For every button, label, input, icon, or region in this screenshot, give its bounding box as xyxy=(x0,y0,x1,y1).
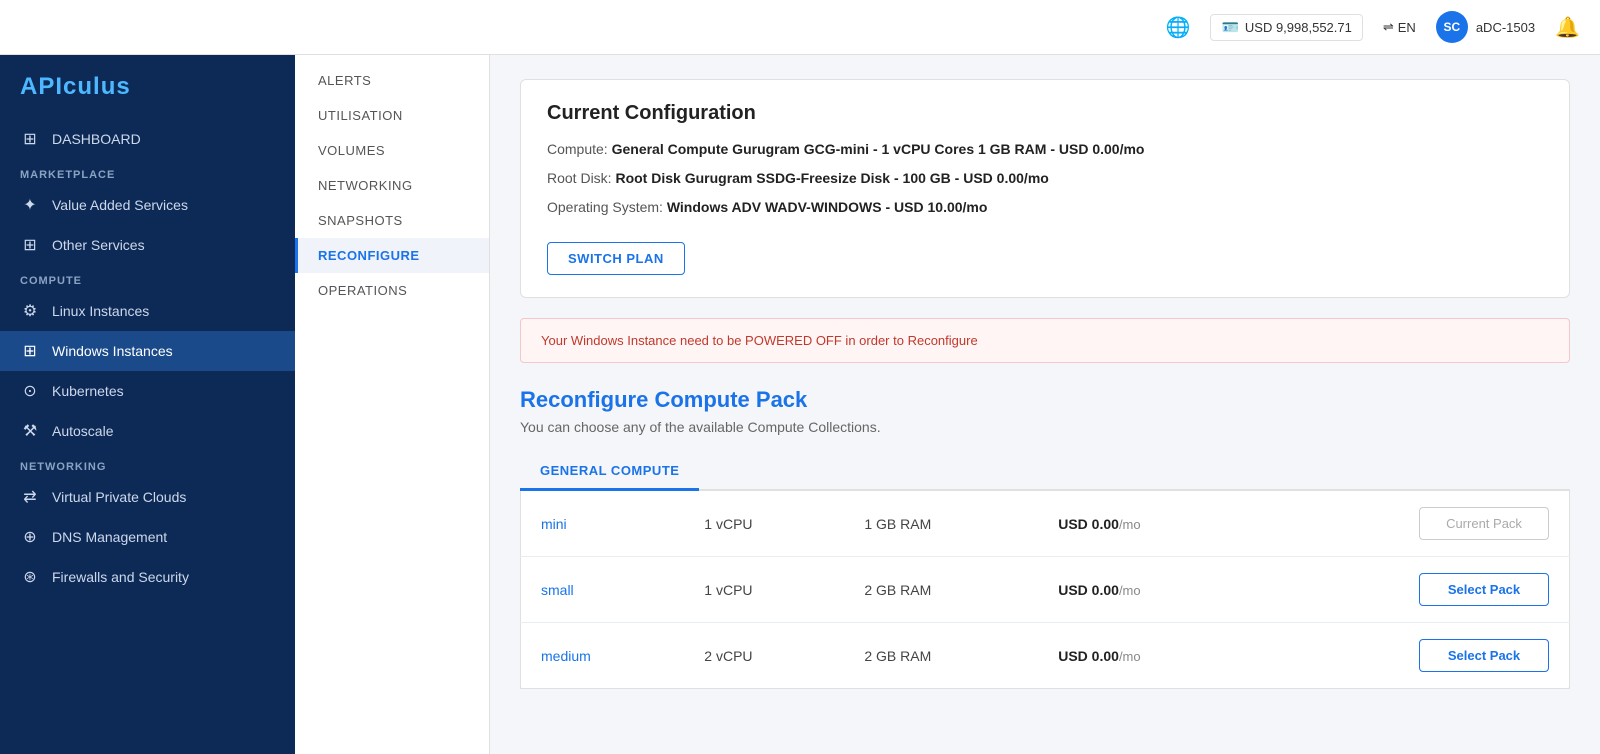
balance-icon: 🪪 xyxy=(1221,19,1238,36)
pack-vcpu-small: 1 vCPU xyxy=(684,557,844,623)
sidebar-dns-label: DNS Management xyxy=(52,529,167,545)
sidebar-item-dashboard[interactable]: ⊞ DASHBOARD xyxy=(0,119,295,159)
pack-price-mini: USD 0.00/mo xyxy=(1038,491,1260,557)
logo-part1: API xyxy=(20,73,63,100)
compute-value: General Compute Gurugram GCG-mini - 1 vC… xyxy=(612,141,1145,157)
warning-banner: Your Windows Instance need to be POWERED… xyxy=(520,318,1570,363)
dashboard-icon: ⊞ xyxy=(20,129,40,149)
lang-label: EN xyxy=(1398,20,1416,35)
sidebar-value-added-label: Value Added Services xyxy=(52,197,188,213)
sidebar-item-firewalls[interactable]: ⊛ Firewalls and Security xyxy=(0,557,295,597)
logo-part2: culus xyxy=(63,73,131,100)
firewalls-icon: ⊛ xyxy=(20,567,40,587)
pack-table: mini 1 vCPU 1 GB RAM USD 0.00/mo Current… xyxy=(520,491,1570,689)
user-menu[interactable]: SC aDC-1503 xyxy=(1436,11,1535,43)
kubernetes-icon: ⊙ xyxy=(20,381,40,401)
globe-icon[interactable]: 🌐 xyxy=(1166,15,1191,40)
select-pack-button-medium[interactable]: Select Pack xyxy=(1419,639,1549,672)
dns-icon: ⊕ xyxy=(20,527,40,547)
sidebar-item-dns[interactable]: ⊕ DNS Management xyxy=(0,517,295,557)
sidebar-item-value-added[interactable]: ✦ Value Added Services xyxy=(0,185,295,225)
root-disk-label: Root Disk: xyxy=(547,170,612,186)
main-layout: APIculus ⊞ DASHBOARD MARKETPLACE ✦ Value… xyxy=(0,55,1600,754)
sidebar-kubernetes-label: Kubernetes xyxy=(52,383,124,399)
os-row: Operating System: Windows ADV WADV-WINDO… xyxy=(547,197,1543,218)
subnav-volumes[interactable]: VOLUMES xyxy=(295,133,489,168)
balance-display: 🪪 USD 9,998,552.71 xyxy=(1210,14,1362,41)
subnav-reconfigure[interactable]: RECONFIGURE xyxy=(295,238,489,273)
compute-tabs: GENERAL COMPUTE xyxy=(520,453,1570,491)
subnav-snapshots[interactable]: SNAPSHOTS xyxy=(295,203,489,238)
sidebar-vpc-label: Virtual Private Clouds xyxy=(52,489,186,505)
sidebar-other-services-label: Other Services xyxy=(52,237,145,253)
reconfig-subtitle: You can choose any of the available Comp… xyxy=(520,419,1570,435)
autoscale-icon: ⚒ xyxy=(20,421,40,441)
sidebar-firewalls-label: Firewalls and Security xyxy=(52,569,189,585)
pack-name-medium: medium xyxy=(541,648,591,664)
sub-navigation: ALERTS UTILISATION VOLUMES NETWORKING SN… xyxy=(295,55,490,754)
pack-name-mini: mini xyxy=(541,516,567,532)
pack-vcpu-mini: 1 vCPU xyxy=(684,491,844,557)
pack-ram-small: 2 GB RAM xyxy=(844,557,1038,623)
sidebar-dashboard-label: DASHBOARD xyxy=(52,131,141,147)
pack-ram-medium: 2 GB RAM xyxy=(844,623,1038,689)
app-logo: APIculus xyxy=(0,55,295,119)
pack-price-small: USD 0.00/mo xyxy=(1038,557,1260,623)
sidebar-linux-label: Linux Instances xyxy=(52,303,149,319)
pack-price-medium: USD 0.00/mo xyxy=(1038,623,1260,689)
language-selector[interactable]: ⇌ EN xyxy=(1383,19,1416,35)
table-row: medium 2 vCPU 2 GB RAM USD 0.00/mo Selec… xyxy=(521,623,1570,689)
balance-value: USD 9,998,552.71 xyxy=(1245,20,1352,35)
subnav-alerts[interactable]: ALERTS xyxy=(295,63,489,98)
marketplace-section-label: MARKETPLACE xyxy=(0,159,295,185)
sidebar: APIculus ⊞ DASHBOARD MARKETPLACE ✦ Value… xyxy=(0,55,295,754)
subnav-operations[interactable]: OPERATIONS xyxy=(295,273,489,308)
compute-label: Compute: xyxy=(547,141,608,157)
compute-row: Compute: General Compute Gurugram GCG-mi… xyxy=(547,139,1543,160)
sidebar-item-windows[interactable]: ⊞ Windows Instances xyxy=(0,331,295,371)
select-pack-button-small[interactable]: Select Pack xyxy=(1419,573,1549,606)
main-content: Current Configuration Compute: General C… xyxy=(490,55,1600,754)
tab-general-compute[interactable]: GENERAL COMPUTE xyxy=(520,453,699,491)
root-disk-value: Root Disk Gurugram SSDG-Freesize Disk - … xyxy=(615,170,1048,186)
switch-plan-button[interactable]: SWITCH PLAN xyxy=(547,242,685,275)
config-title: Current Configuration xyxy=(547,102,1543,125)
top-header: 🌐 🪪 USD 9,998,552.71 ⇌ EN SC aDC-1503 🔔 xyxy=(0,0,1600,55)
vpc-icon: ⇄ xyxy=(20,487,40,507)
reconfig-title: Reconfigure Compute Pack xyxy=(520,387,1570,413)
subnav-networking[interactable]: NETWORKING xyxy=(295,168,489,203)
root-disk-row: Root Disk: Root Disk Gurugram SSDG-Frees… xyxy=(547,168,1543,189)
user-avatar: SC xyxy=(1436,11,1468,43)
current-pack-button-mini: Current Pack xyxy=(1419,507,1549,540)
current-config-card: Current Configuration Compute: General C… xyxy=(520,79,1570,298)
user-name: aDC-1503 xyxy=(1476,20,1535,35)
linux-icon: ⚙ xyxy=(20,301,40,321)
other-services-icon: ⊞ xyxy=(20,235,40,255)
pack-name-small: small xyxy=(541,582,574,598)
sidebar-autoscale-label: Autoscale xyxy=(52,423,113,439)
networking-section-label: NETWORKING xyxy=(0,451,295,477)
os-label: Operating System: xyxy=(547,199,663,215)
sidebar-item-vpc[interactable]: ⇄ Virtual Private Clouds xyxy=(0,477,295,517)
notification-bell-icon[interactable]: 🔔 xyxy=(1555,15,1580,40)
sidebar-item-autoscale[interactable]: ⚒ Autoscale xyxy=(0,411,295,451)
windows-icon: ⊞ xyxy=(20,341,40,361)
sidebar-item-linux[interactable]: ⚙ Linux Instances xyxy=(0,291,295,331)
sidebar-item-other-services[interactable]: ⊞ Other Services xyxy=(0,225,295,265)
subnav-utilisation[interactable]: UTILISATION xyxy=(295,98,489,133)
pack-ram-mini: 1 GB RAM xyxy=(844,491,1038,557)
os-value: Windows ADV WADV-WINDOWS - USD 10.00/mo xyxy=(667,199,988,215)
reconfigure-section: Reconfigure Compute Pack You can choose … xyxy=(520,387,1570,689)
table-row: small 1 vCPU 2 GB RAM USD 0.00/mo Select… xyxy=(521,557,1570,623)
sidebar-windows-label: Windows Instances xyxy=(52,343,173,359)
value-added-icon: ✦ xyxy=(20,195,40,215)
warning-text: Your Windows Instance need to be POWERED… xyxy=(541,333,978,348)
pack-vcpu-medium: 2 vCPU xyxy=(684,623,844,689)
compute-section-label: COMPUTE xyxy=(0,265,295,291)
sidebar-item-kubernetes[interactable]: ⊙ Kubernetes xyxy=(0,371,295,411)
table-row: mini 1 vCPU 1 GB RAM USD 0.00/mo Current… xyxy=(521,491,1570,557)
translate-icon: ⇌ xyxy=(1383,19,1394,35)
